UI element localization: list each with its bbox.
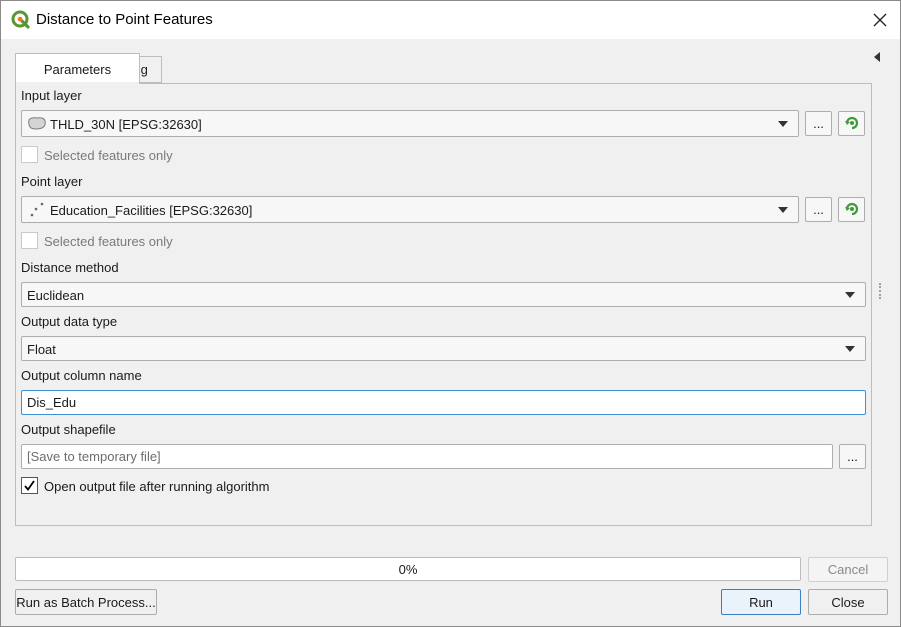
output-shapefile-browse-button[interactable]: ...: [839, 444, 866, 469]
cancel-label: Cancel: [827, 562, 869, 577]
input-layer-browse-button[interactable]: ...: [805, 111, 832, 136]
progress-text: 0%: [398, 561, 418, 577]
point-layer-browse-button[interactable]: ...: [805, 197, 832, 222]
output-shapefile-label: Output shapefile: [21, 422, 116, 437]
chevron-down-icon: [845, 292, 855, 298]
distance-method-label: Distance method: [21, 260, 119, 275]
output-type-label: Output data type: [21, 314, 118, 329]
close-label: Close: [831, 594, 865, 610]
dialog-window: Distance to Point Features Log Parameter…: [0, 0, 901, 627]
input-selected-only-checkbox[interactable]: [21, 146, 38, 163]
iterate-green-icon: [844, 115, 860, 133]
chevron-down-icon: [845, 346, 855, 352]
run-label: Run: [749, 594, 773, 610]
output-type-value: Float: [27, 342, 56, 357]
point-layer-iterate-button[interactable]: [838, 197, 865, 222]
batch-process-label: Run as Batch Process...: [16, 594, 156, 610]
input-selected-only-label: Selected features only: [44, 148, 173, 163]
point-layer-label: Point layer: [21, 174, 83, 189]
checkmark-icon: [24, 480, 35, 491]
output-column-label: Output column name: [21, 368, 142, 383]
polygon-layer-icon: [27, 116, 47, 134]
chevron-down-icon: [778, 207, 788, 213]
tab-parameters-label: Parameters: [43, 61, 112, 77]
chevron-down-icon: [778, 121, 788, 127]
window-title: Distance to Point Features: [36, 11, 213, 28]
input-layer-combo[interactable]: THLD_30N [EPSG:32630]: [21, 110, 799, 137]
batch-process-button[interactable]: Run as Batch Process...: [15, 589, 157, 615]
title-bar: Distance to Point Features: [1, 1, 900, 39]
distance-method-select[interactable]: Euclidean: [21, 282, 866, 307]
point-selected-only-label: Selected features only: [44, 234, 173, 249]
progress-bar: 0%: [15, 557, 801, 581]
open-output-checkbox[interactable]: [21, 477, 38, 494]
close-button[interactable]: Close: [808, 589, 888, 615]
browse-label: ...: [847, 449, 858, 464]
cancel-button[interactable]: Cancel: [808, 557, 888, 582]
point-selected-only-checkbox[interactable]: [21, 232, 38, 249]
close-window-icon[interactable]: [867, 7, 893, 33]
splitter-handle[interactable]: [879, 283, 881, 299]
output-type-select[interactable]: Float: [21, 336, 866, 361]
distance-method-value: Euclidean: [27, 288, 85, 303]
browse-label: ...: [813, 202, 824, 217]
point-layer-combo[interactable]: Education_Facilities [EPSG:32630]: [21, 196, 799, 223]
point-layer-icon: [27, 201, 47, 222]
input-layer-value: THLD_30N [EPSG:32630]: [50, 117, 202, 132]
output-shapefile-input[interactable]: [Save to temporary file]: [21, 444, 833, 469]
input-layer-iterate-button[interactable]: [838, 111, 865, 136]
iterate-green-icon: [844, 201, 860, 219]
output-column-input[interactable]: Dis_Edu: [21, 390, 866, 415]
tab-parameters[interactable]: Parameters: [15, 53, 140, 84]
browse-label: ...: [813, 116, 824, 131]
point-layer-value: Education_Facilities [EPSG:32630]: [50, 203, 253, 218]
tab-join-cover: [16, 82, 139, 84]
output-shapefile-placeholder: [Save to temporary file]: [27, 449, 161, 464]
input-layer-label: Input layer: [21, 88, 82, 103]
run-button[interactable]: Run: [721, 589, 801, 615]
output-column-value: Dis_Edu: [27, 395, 77, 410]
collapse-help-arrow-icon[interactable]: [874, 52, 880, 62]
open-output-label: Open output file after running algorithm: [44, 479, 270, 494]
qgis-logo-icon: [11, 10, 31, 30]
